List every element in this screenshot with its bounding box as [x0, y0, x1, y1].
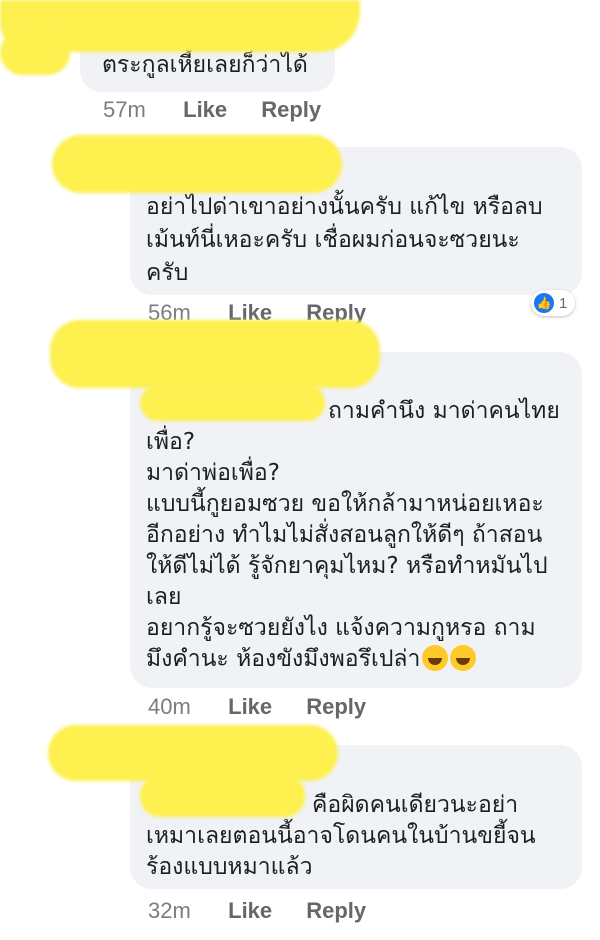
comment-meta: 40m Like Reply [148, 694, 366, 720]
comment-timestamp: 32m [148, 898, 191, 923]
comment-text: เม้นท์นี่เหอะครับ เชื่อผมก่อนจะซวยนะ [146, 227, 520, 253]
redaction-mark [140, 385, 325, 421]
comment-text: แบบนี้กูยอมซวย ขอให้กล้ามาหน่อยเหอะ [146, 491, 544, 517]
rolling-laughing-emoji-icon [422, 645, 449, 671]
redaction-mark [0, 30, 70, 75]
like-button[interactable]: Like [228, 898, 300, 924]
redaction-mark [52, 135, 342, 193]
comment-text: ตระกูลเหี้ยเลยก็ว่าได้ [102, 52, 308, 78]
comment-timestamp: 40m [148, 694, 191, 719]
comment-text: อย่าไปด่าเขาอย่างนั้นครับ แก้ไข หรือลบ [146, 194, 543, 220]
reply-button[interactable]: Reply [261, 97, 321, 123]
comment-meta: 32m Like Reply [148, 898, 366, 924]
comment-meta: 57m Like Reply [103, 97, 321, 123]
comment-text: เพื่อ? [146, 429, 196, 455]
comment-text: เลย [146, 584, 182, 610]
reaction-count[interactable]: 👍 1 [531, 290, 576, 316]
comment-text: เหมาเลยตอนนี้อาจโดนคนในบ้านขยี้จน [146, 823, 536, 849]
comment-text: คือผิดคนเดียวนะอย่า [312, 792, 519, 818]
comment-text: อยากรู้จะซวยยังไง แจ้งความกูหรอ ถาม [146, 615, 536, 641]
rolling-laughing-emoji-icon [450, 645, 477, 671]
comment-text: ร้องแบบหมาแล้ว [146, 854, 313, 880]
comment-text: มาด่าพ่อเพื่อ? [146, 460, 280, 486]
reaction-count-value: 1 [559, 294, 568, 312]
like-button[interactable]: Like [183, 97, 255, 123]
redaction-mark [50, 320, 380, 388]
comment-text: ครับ [146, 260, 189, 286]
redaction-mark [48, 725, 338, 781]
comment-text-last: มึงคำนะ ห้องขังมึงพอรึเปล่า [146, 644, 477, 675]
reply-button[interactable]: Reply [306, 694, 366, 720]
comment-text: ถามคำนึง มาด่าคนไทย [328, 398, 560, 424]
like-icon: 👍 [534, 293, 554, 313]
comment-text: ให้ดีไม่ได้ รู้จักยาคุมไหม? หรือทำหมันไป [146, 553, 548, 579]
comment-thread: ตระกูลเหี้ยเลยก็ว่าได้ 57m Like Reply อย… [0, 0, 600, 940]
reply-button[interactable]: Reply [306, 898, 366, 924]
redaction-mark [140, 775, 305, 817]
comment-text: มึงคำนะ ห้องขังมึงพอรึเปล่า [146, 646, 421, 672]
like-button[interactable]: Like [228, 694, 300, 720]
comment-timestamp: 57m [103, 97, 146, 122]
comment-text: อีกอย่าง ทำไมไม่สั่งสอนลูกให้ดีๆ ถ้าสอน [146, 522, 543, 548]
